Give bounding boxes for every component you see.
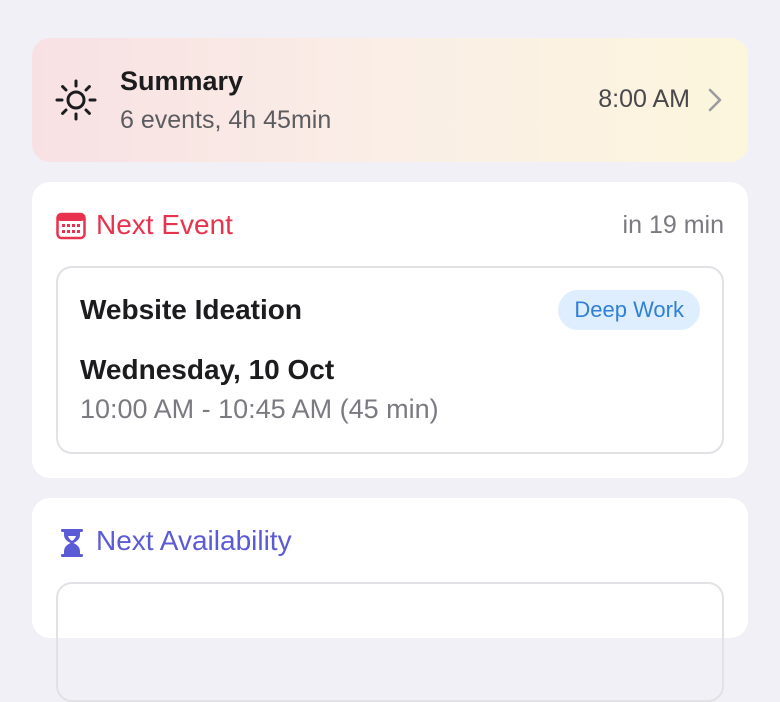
availability-item[interactable] (56, 582, 724, 702)
event-title: Website Ideation (80, 294, 302, 325)
chevron-right-icon[interactable] (706, 87, 724, 113)
summary-subtitle: 6 events, 4h 45min (120, 106, 332, 134)
next-event-heading: Next Event (96, 209, 233, 240)
event-date: Wednesday, 10 Oct (80, 354, 335, 385)
next-availability-heading: Next Availability (96, 525, 292, 556)
next-event-countdown: in 19 min (622, 211, 724, 239)
summary-time: 8:00 AM (598, 85, 690, 113)
hourglass-icon (61, 529, 83, 557)
next-event-card: Next Event in 19 min Website Ideation De… (32, 182, 748, 478)
calendar-icon (56, 212, 86, 240)
sun-icon (55, 79, 97, 121)
next-availability-card: Next Availability (32, 498, 748, 702)
event-item[interactable]: Website Ideation Deep Work Wednesday, 10… (56, 266, 724, 454)
summary-title: Summary (120, 66, 244, 96)
event-time-range: 10:00 AM - 10:45 AM (45 min) (80, 394, 439, 424)
event-tag-badge[interactable]: Deep Work (558, 290, 700, 330)
summary-card[interactable]: Summary 6 events, 4h 45min 8:00 AM (32, 38, 748, 162)
